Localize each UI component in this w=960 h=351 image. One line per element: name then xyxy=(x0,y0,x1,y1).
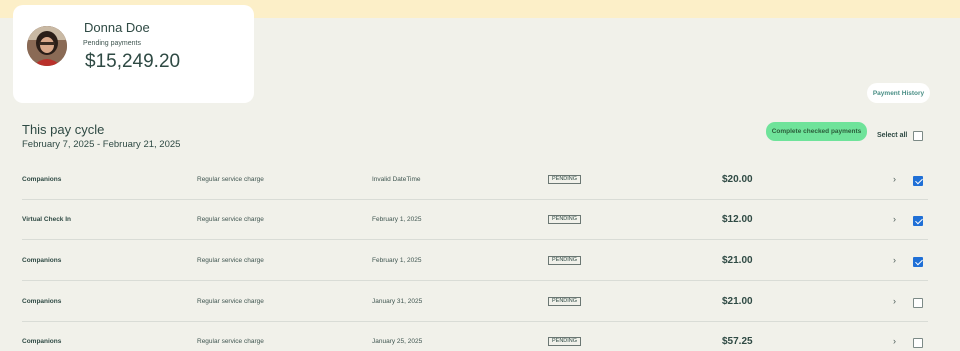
payment-service-name: Virtual Check In xyxy=(22,216,72,223)
payment-status-badge: PENDING xyxy=(548,297,582,306)
payment-amount: $12.00 xyxy=(722,214,753,225)
payment-checkbox[interactable] xyxy=(913,176,923,186)
payment-amount: $21.00 xyxy=(722,296,753,307)
user-name: Donna Doe xyxy=(84,20,150,35)
payment-service-name: Companions xyxy=(22,176,62,183)
payment-status-badge: PENDING xyxy=(548,337,582,346)
payment-status-badge: PENDING xyxy=(548,256,582,265)
payment-amount: $21.00 xyxy=(722,255,753,266)
chevron-right-icon[interactable]: › xyxy=(893,336,896,346)
payment-row[interactable]: Companions Regular service charge January … xyxy=(22,322,928,351)
payment-checkbox[interactable] xyxy=(913,338,923,348)
payment-status-badge: PENDING xyxy=(548,215,582,224)
chevron-right-icon[interactable]: › xyxy=(893,255,896,265)
row-divider xyxy=(22,280,928,281)
payment-row[interactable]: Companions Regular service charge January … xyxy=(22,282,928,322)
payment-service-name: Companions xyxy=(22,257,62,264)
payment-row[interactable]: Virtual Check In Regular service charge Fe… xyxy=(22,200,928,240)
chevron-right-icon[interactable]: › xyxy=(893,174,896,184)
pending-payments-amount: $15,249.20 xyxy=(85,51,181,72)
payment-charge-type: Regular service charge xyxy=(197,176,264,183)
payment-checkbox[interactable] xyxy=(913,298,923,308)
payment-charge-type: Regular service charge xyxy=(197,216,264,223)
payment-history-button[interactable]: Payment History xyxy=(867,83,930,103)
payment-amount: $20.00 xyxy=(722,174,753,185)
payment-amount: $57.25 xyxy=(722,336,753,347)
chevron-right-icon[interactable]: › xyxy=(893,296,896,306)
payment-charge-type: Regular service charge xyxy=(197,338,264,345)
row-divider xyxy=(22,239,928,240)
avatar xyxy=(27,26,67,66)
payment-service-name: Companions xyxy=(22,298,62,305)
payment-checkbox[interactable] xyxy=(913,257,923,267)
select-all-label: Select all xyxy=(877,132,908,139)
payment-service-name: Companions xyxy=(22,338,62,345)
payment-date: February 1, 2025 xyxy=(372,257,422,264)
payment-status-badge: PENDING xyxy=(548,175,582,184)
payment-charge-type: Regular service charge xyxy=(197,257,264,264)
payment-row[interactable]: Companions Regular service charge Invalid … xyxy=(22,160,928,200)
payment-date: February 1, 2025 xyxy=(372,216,422,223)
complete-checked-payments-button[interactable]: Complete checked payments xyxy=(766,122,867,141)
pay-cycle-range: February 7, 2025 - February 21, 2025 xyxy=(22,139,181,150)
payment-date: Invalid DateTime xyxy=(372,176,421,183)
pending-payments-label: Pending payments xyxy=(83,40,141,47)
chevron-right-icon[interactable]: › xyxy=(893,214,896,224)
payment-checkbox[interactable] xyxy=(913,216,923,226)
profile-card: Donna Doe Pending payments $15,249.20 xyxy=(13,5,254,103)
select-all-checkbox[interactable] xyxy=(913,131,923,141)
payment-charge-type: Regular service charge xyxy=(197,298,264,305)
payment-date: January 31, 2025 xyxy=(372,298,423,305)
pay-cycle-title: This pay cycle xyxy=(22,122,105,137)
payment-row[interactable]: Companions Regular service charge February… xyxy=(22,241,928,281)
payment-date: January 25, 2025 xyxy=(372,338,423,345)
